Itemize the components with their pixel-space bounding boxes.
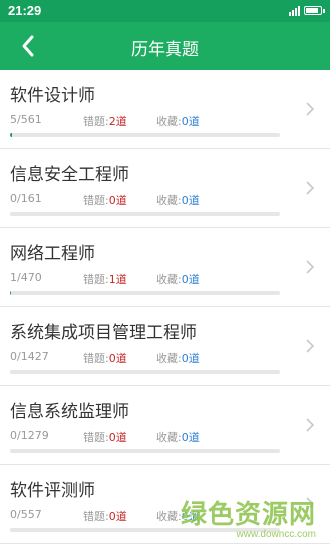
wrong-unit: 道 [115, 115, 127, 128]
chevron-right-icon [306, 181, 315, 195]
wrong-unit: 道 [115, 352, 127, 365]
wrong-label: 错题: [83, 352, 109, 365]
item-wrong-count: 错题:1道 [83, 271, 127, 287]
item-title: 软件设计师 [10, 86, 95, 106]
wrong-label: 错题: [83, 194, 109, 207]
fav-unit: 道 [188, 194, 200, 207]
fav-value: 0 [181, 431, 189, 444]
wrong-unit: 道 [115, 273, 127, 286]
item-wrong-count: 错题:0道 [83, 508, 127, 524]
fav-unit: 道 [188, 115, 200, 128]
item-progress: 0/1279 [10, 429, 49, 442]
fav-label: 收藏: [156, 431, 182, 444]
wrong-label: 错题: [83, 510, 109, 523]
item-progress: 1/470 [10, 271, 42, 284]
exam-list: 软件设计师 5/561 错题:2道 收藏:0道 信息安全工程师 0/161 错题… [0, 70, 330, 544]
battery-icon [304, 5, 325, 15]
fav-unit: 道 [188, 352, 200, 365]
fav-value: 0 [181, 194, 189, 207]
progress-bar [10, 133, 280, 137]
item-fav-count: 收藏:0道 [156, 113, 200, 129]
item-fav-count: 收藏:0道 [156, 350, 200, 366]
watermark: 绿色资源网 www.downcc.com [181, 494, 316, 540]
list-item[interactable]: 系统集成项目管理工程师 0/1427 错题:0道 收藏:0道 [0, 307, 330, 386]
list-item[interactable]: 软件设计师 5/561 错题:2道 收藏:0道 [0, 70, 330, 149]
fav-label: 收藏: [156, 115, 182, 128]
chevron-right-icon [306, 102, 315, 116]
wrong-label: 错题: [83, 431, 109, 444]
fav-unit: 道 [188, 431, 200, 444]
item-wrong-count: 错题:0道 [83, 192, 127, 208]
item-progress: 5/561 [10, 113, 42, 126]
page-title: 历年真题 [131, 40, 199, 60]
wrong-value: 1 [108, 273, 116, 286]
progress-fill [10, 291, 11, 295]
item-progress: 0/1427 [10, 350, 49, 363]
item-wrong-count: 错题:0道 [83, 350, 127, 366]
status-bar: 21:29 [0, 0, 330, 22]
item-wrong-count: 错题:0道 [83, 429, 127, 445]
fav-label: 收藏: [156, 194, 182, 207]
item-progress: 0/161 [10, 192, 42, 205]
progress-bar [10, 449, 280, 453]
item-wrong-count: 错题:2道 [83, 113, 127, 129]
list-item[interactable]: 网络工程师 1/470 错题:1道 收藏:0道 [0, 228, 330, 307]
item-title: 软件评测师 [10, 481, 95, 501]
fav-label: 收藏: [156, 352, 182, 365]
wrong-label: 错题: [83, 273, 109, 286]
item-title: 信息系统监理师 [10, 402, 129, 422]
item-title: 系统集成项目管理工程师 [10, 323, 197, 343]
item-title: 网络工程师 [10, 244, 95, 264]
list-item[interactable]: 信息系统监理师 0/1279 错题:0道 收藏:0道 [0, 386, 330, 465]
wrong-value: 0 [108, 510, 116, 523]
status-time: 21:29 [8, 3, 42, 18]
wrong-unit: 道 [115, 431, 127, 444]
wrong-value: 0 [108, 352, 116, 365]
fav-value: 0 [181, 115, 189, 128]
signal-icon [289, 4, 300, 16]
fav-value: 0 [181, 273, 189, 286]
fav-label: 收藏: [156, 510, 182, 523]
wrong-value: 2 [108, 115, 116, 128]
wrong-unit: 道 [115, 510, 127, 523]
watermark-text: 绿色资源网 [180, 500, 316, 530]
wrong-value: 0 [108, 194, 116, 207]
item-fav-count: 收藏:0道 [156, 192, 200, 208]
progress-fill [10, 133, 13, 137]
progress-bar [10, 291, 280, 295]
progress-bar [10, 370, 280, 374]
item-fav-count: 收藏:0道 [156, 271, 200, 287]
chevron-right-icon [306, 260, 315, 274]
list-item[interactable]: 信息安全工程师 0/161 错题:0道 收藏:0道 [0, 149, 330, 228]
chevron-right-icon [306, 339, 315, 353]
item-title: 信息安全工程师 [10, 165, 129, 185]
app-header: 历年真题 [0, 22, 330, 70]
status-icons [289, 4, 325, 16]
wrong-value: 0 [108, 431, 116, 444]
progress-bar [10, 212, 280, 216]
wrong-label: 错题: [83, 115, 109, 128]
fav-value: 0 [181, 352, 189, 365]
fav-label: 收藏: [156, 273, 182, 286]
wrong-unit: 道 [115, 194, 127, 207]
item-fav-count: 收藏:0道 [156, 429, 200, 445]
item-progress: 0/557 [10, 508, 42, 521]
fav-unit: 道 [188, 273, 200, 286]
chevron-right-icon [306, 418, 315, 432]
